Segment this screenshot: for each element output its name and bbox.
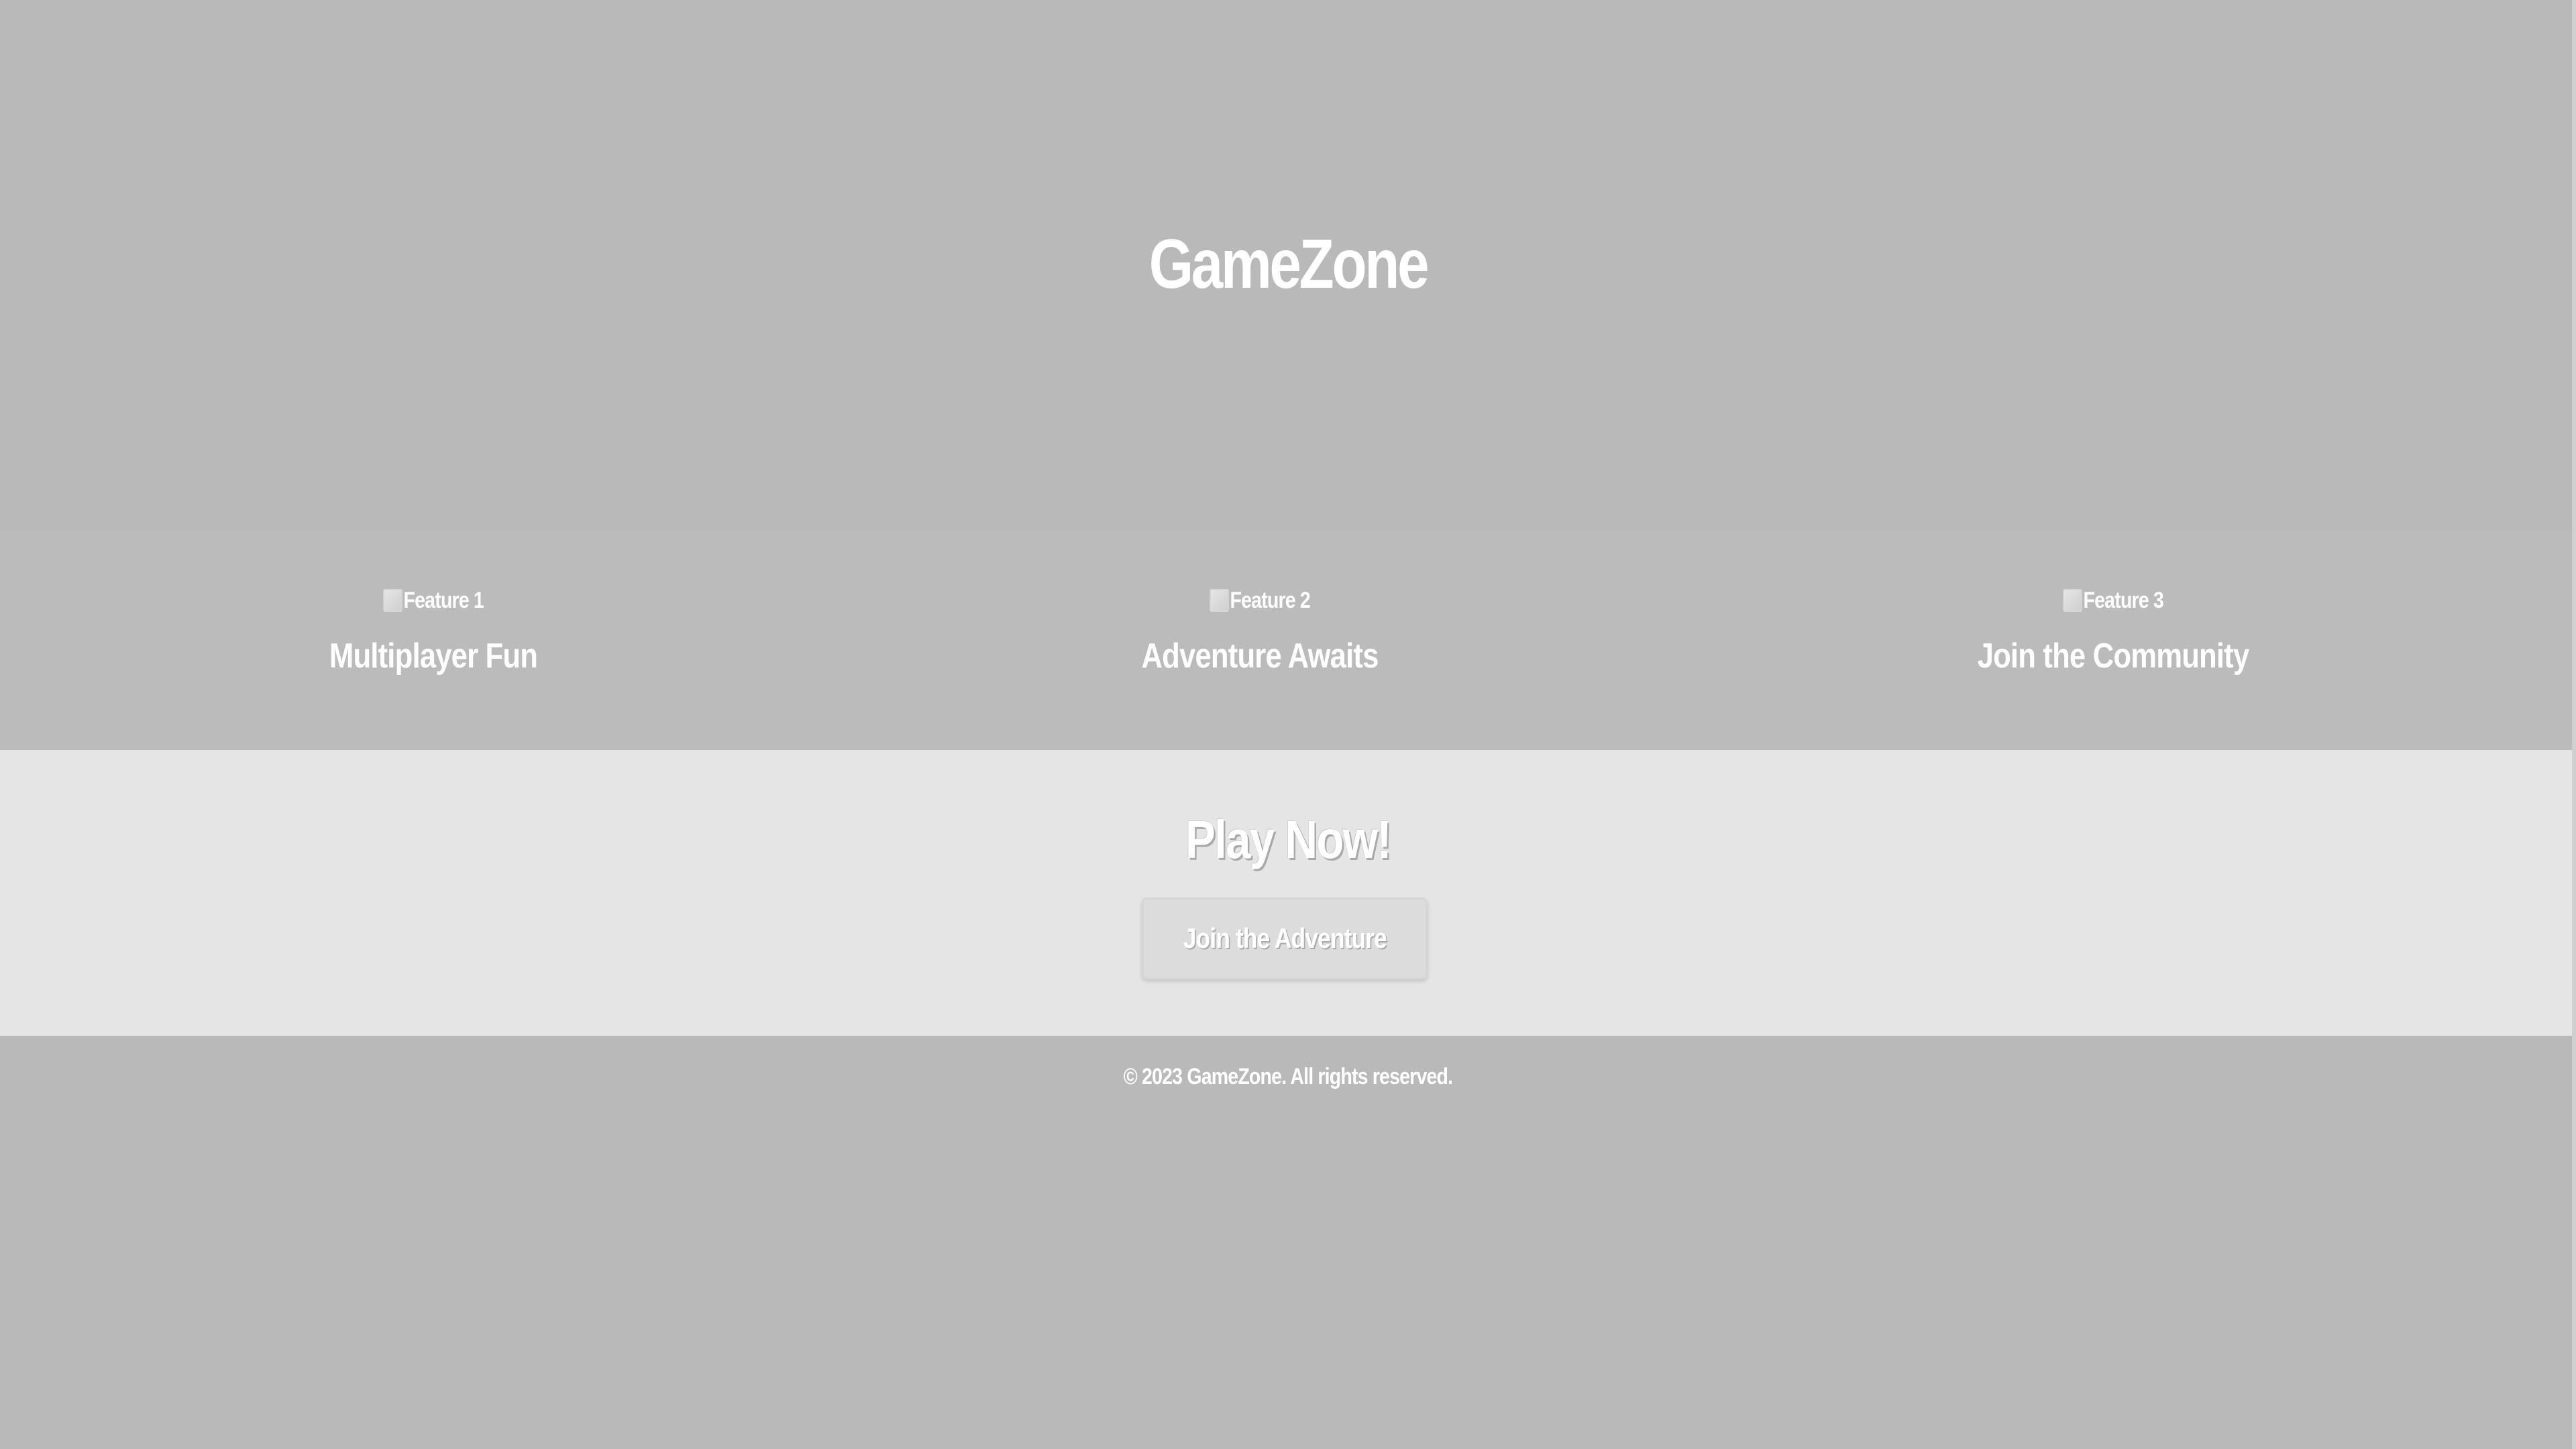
feature-2-title: Adventure Awaits <box>1141 637 1379 676</box>
feature-3-image-alt: Feature 3 <box>2083 587 2163 613</box>
feature-card-3: Feature 3 Join the Community <box>1811 584 2415 676</box>
footer: © 2023 GameZone. All rights reserved. <box>0 1036 2576 1449</box>
feature-card-1: Feature 1 Multiplayer Fun <box>131 584 735 676</box>
broken-image-icon <box>383 589 402 612</box>
broken-image-icon <box>2063 589 2082 612</box>
feature-3-image: Feature 3 <box>2063 584 2164 617</box>
feature-1-image: Feature 1 <box>383 584 484 617</box>
page: GameZone Feature 1 Multiplayer Fun Featu… <box>0 0 2576 1449</box>
join-adventure-button[interactable]: Join the Adventure <box>1142 898 1428 979</box>
hero-section: GameZone <box>0 0 2576 530</box>
site-title: GameZone <box>1148 225 1430 303</box>
cta-section: Play Now! Join the Adventure <box>0 750 2576 1036</box>
feature-1-image-alt: Feature 1 <box>403 587 484 613</box>
broken-image-icon <box>1210 589 1229 612</box>
cta-heading: Play Now! <box>1185 810 1392 869</box>
feature-1-title: Multiplayer Fun <box>329 637 538 676</box>
feature-2-image: Feature 2 <box>1210 584 1311 617</box>
window-edge <box>2572 0 2576 1449</box>
feature-card-2: Feature 2 Adventure Awaits <box>958 584 1562 676</box>
feature-3-title: Join the Community <box>1977 637 2250 676</box>
copyright-text: © 2023 GameZone. All rights reserved. <box>1123 1064 1453 1089</box>
features-section: Feature 1 Multiplayer Fun Feature 2 Adve… <box>0 530 2576 750</box>
join-adventure-button-label: Join the Adventure <box>1183 922 1387 954</box>
feature-2-image-alt: Feature 2 <box>1230 587 1310 613</box>
